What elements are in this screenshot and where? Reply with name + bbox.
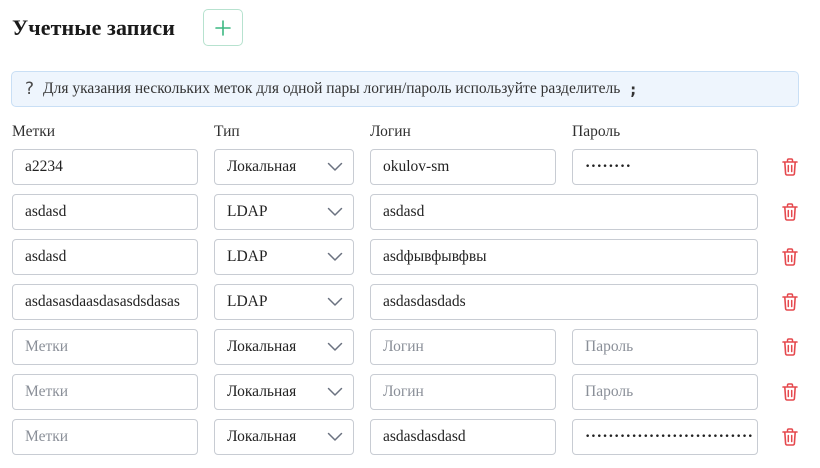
chevron-down-icon [327,297,343,306]
login-input[interactable]: asdфывфывфвы [370,239,758,275]
login-input[interactable]: asdasdasdads [370,284,758,320]
trash-icon[interactable] [781,382,799,402]
password-input[interactable]: •••••••• [572,149,758,185]
tags-input[interactable]: a2234 [12,149,198,185]
chevron-down-icon [327,207,343,216]
type-select-value: LDAP [227,293,268,310]
chevron-down-icon [327,387,343,396]
trash-icon[interactable] [781,247,799,267]
column-header-type: Тип [214,123,240,140]
chevron-down-icon [327,162,343,171]
login-input[interactable]: asdasdasdasd [370,419,556,455]
add-account-button[interactable] [203,9,243,46]
type-select[interactable]: Локальная [214,419,354,455]
password-input[interactable]: Пароль [572,374,758,410]
trash-icon[interactable] [781,157,799,177]
tags-input[interactable]: asdasd [12,239,198,275]
tags-input[interactable]: Метки [12,419,198,455]
type-select[interactable]: Локальная [214,329,354,365]
page-title: Учетные записи [12,15,175,40]
type-select[interactable]: Локальная [214,149,354,185]
column-header-login: Логин [370,123,411,140]
trash-icon[interactable] [781,292,799,312]
chevron-down-icon [327,342,343,351]
tags-input[interactable]: Метки [12,374,198,410]
login-input[interactable]: asdasd [370,194,758,230]
password-input[interactable]: ••••••••••••••••••••••••••••• [572,419,758,455]
page-header: Учетные записи [12,9,175,47]
tags-input[interactable]: Метки [12,329,198,365]
type-select[interactable]: LDAP [214,239,354,275]
type-select-value: LDAP [227,248,268,265]
separator-symbol: ; [628,79,638,99]
info-text: Для указания нескольких меток для одной … [43,80,621,97]
type-select-value: Локальная [227,383,297,400]
login-input[interactable]: Логин [370,329,556,365]
chevron-down-icon [327,252,343,261]
type-select-value: Локальная [227,428,297,445]
trash-icon[interactable] [781,427,799,447]
type-select[interactable]: LDAP [214,194,354,230]
login-input[interactable]: okulov-sm [370,149,556,185]
password-input[interactable]: Пароль [572,329,758,365]
type-select[interactable]: Локальная [214,374,354,410]
chevron-down-icon [327,432,343,441]
column-header-tags: Метки [12,123,56,140]
info-banner: ? Для указания нескольких меток для одно… [11,71,799,107]
tags-input[interactable]: asdasasdaasdasasdsdasas [12,284,198,320]
question-icon: ? [25,79,35,99]
type-select[interactable]: LDAP [214,284,354,320]
trash-icon[interactable] [781,337,799,357]
type-select-value: LDAP [227,203,268,220]
type-select-value: Локальная [227,158,297,175]
tags-input[interactable]: asdasd [12,194,198,230]
type-select-value: Локальная [227,338,297,355]
trash-icon[interactable] [781,202,799,222]
column-header-password: Пароль [572,123,621,140]
login-input[interactable]: Логин [370,374,556,410]
plus-icon [215,19,231,36]
